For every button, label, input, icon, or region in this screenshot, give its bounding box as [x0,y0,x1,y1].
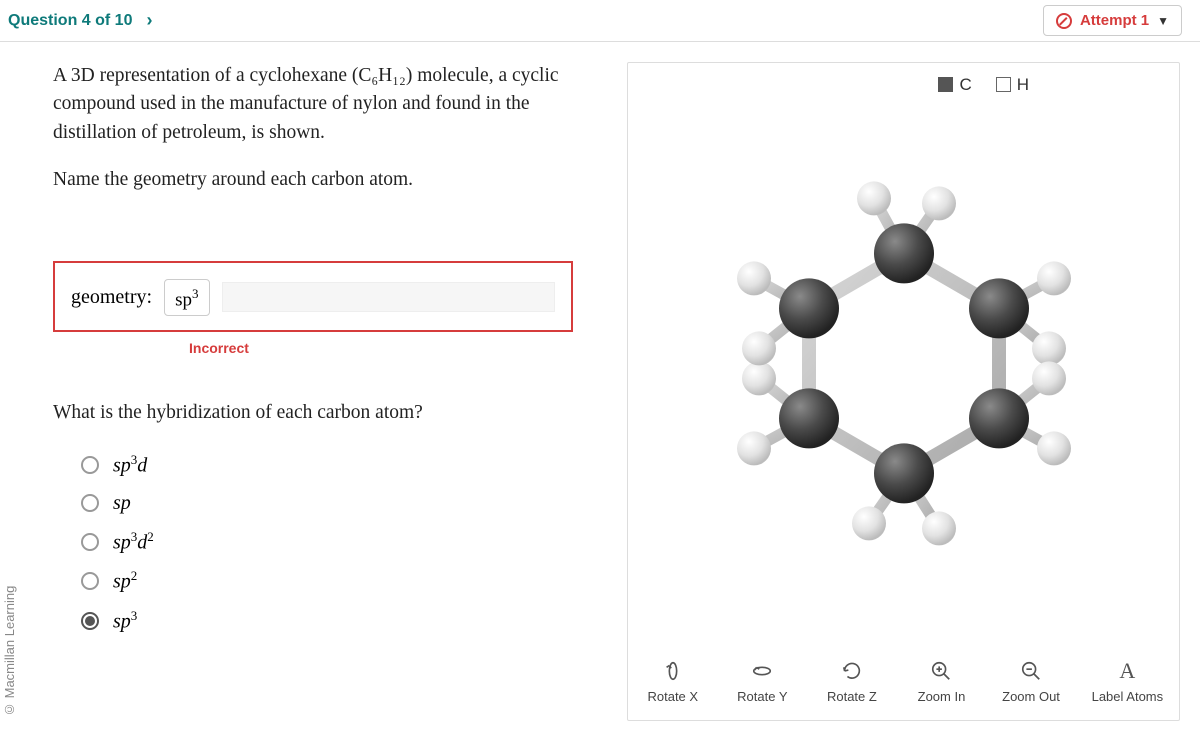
caret-down-icon: ▼ [1157,14,1169,28]
copyright-watermark: © Macmillan Learning [0,62,27,721]
geometry-input[interactable] [222,282,556,312]
question-number: Question 4 of 10 › [8,10,152,31]
question-number-text: Question 4 of 10 [8,12,132,30]
button-label: Label Atoms [1092,689,1164,704]
attempt-label: Attempt 1 [1080,12,1149,29]
option-sp2[interactable]: sp2 [81,568,607,594]
button-label: Rotate Y [737,689,787,704]
question-hybridization: What is the hybridization of each carbon… [53,402,607,424]
option-sp3[interactable]: sp3 [81,608,607,634]
molecule-viewer[interactable] [628,63,1179,647]
next-question-chevron[interactable]: › [146,10,152,31]
cyclohexane-molecule [694,153,1114,573]
button-label: Rotate X [647,689,698,704]
button-label: Zoom Out [1002,689,1060,704]
feedback-incorrect: Incorrect [189,340,607,356]
label-atoms-icon: A [1119,659,1135,683]
rotate-y-icon [751,659,773,683]
radio-icon [81,612,99,630]
radio-icon [81,494,99,512]
option-label: sp3d2 [113,529,154,555]
geometry-label: geometry: [71,286,152,309]
zoom-out-button[interactable]: Zoom Out [996,655,1066,708]
rotate-x-button[interactable]: Rotate X [638,655,708,708]
option-label: sp3d [113,452,147,478]
option-label: sp2 [113,568,137,594]
question-prompt-2: Name the geometry around each carbon ato… [53,169,607,191]
zoom-in-icon [930,659,952,683]
button-label: Zoom In [918,689,966,704]
radio-icon [81,572,99,590]
option-label: sp3 [113,608,137,634]
question-panel: A 3D representation of a cyclohexane (C₆… [47,62,607,721]
option-sp[interactable]: sp [81,492,607,515]
rotate-z-button[interactable]: Rotate Z [817,655,887,708]
label-atoms-button[interactable]: A Label Atoms [1086,655,1170,708]
option-sp3d[interactable]: sp3d [81,452,607,478]
viewer-toolbar: Rotate X Rotate Y Rotate Z Zoom In [628,647,1179,720]
prohibited-icon [1056,13,1072,29]
hybridization-options: sp3d sp sp3d2 sp2 sp3 [53,452,607,634]
zoom-out-icon [1020,659,1042,683]
radio-icon [81,456,99,474]
question-header: Question 4 of 10 › Attempt 1 ▼ [0,0,1200,42]
rotate-x-icon [662,659,684,683]
zoom-in-button[interactable]: Zoom In [906,655,976,708]
geometry-answer-chip[interactable]: sp3 [164,279,209,316]
radio-icon [81,533,99,551]
button-label: Rotate Z [827,689,877,704]
question-prompt-1: A 3D representation of a cyclohexane (C₆… [53,62,607,147]
content: © Macmillan Learning A 3D representation… [0,42,1200,741]
attempt-dropdown[interactable]: Attempt 1 ▼ [1043,5,1182,36]
molecule-viewer-panel: C H [627,62,1180,721]
rotate-y-button[interactable]: Rotate Y [727,655,797,708]
option-sp3d2[interactable]: sp3d2 [81,529,607,555]
option-label: sp [113,492,131,515]
rotate-z-icon [841,659,863,683]
geometry-answer-box: geometry: sp3 [53,261,573,332]
